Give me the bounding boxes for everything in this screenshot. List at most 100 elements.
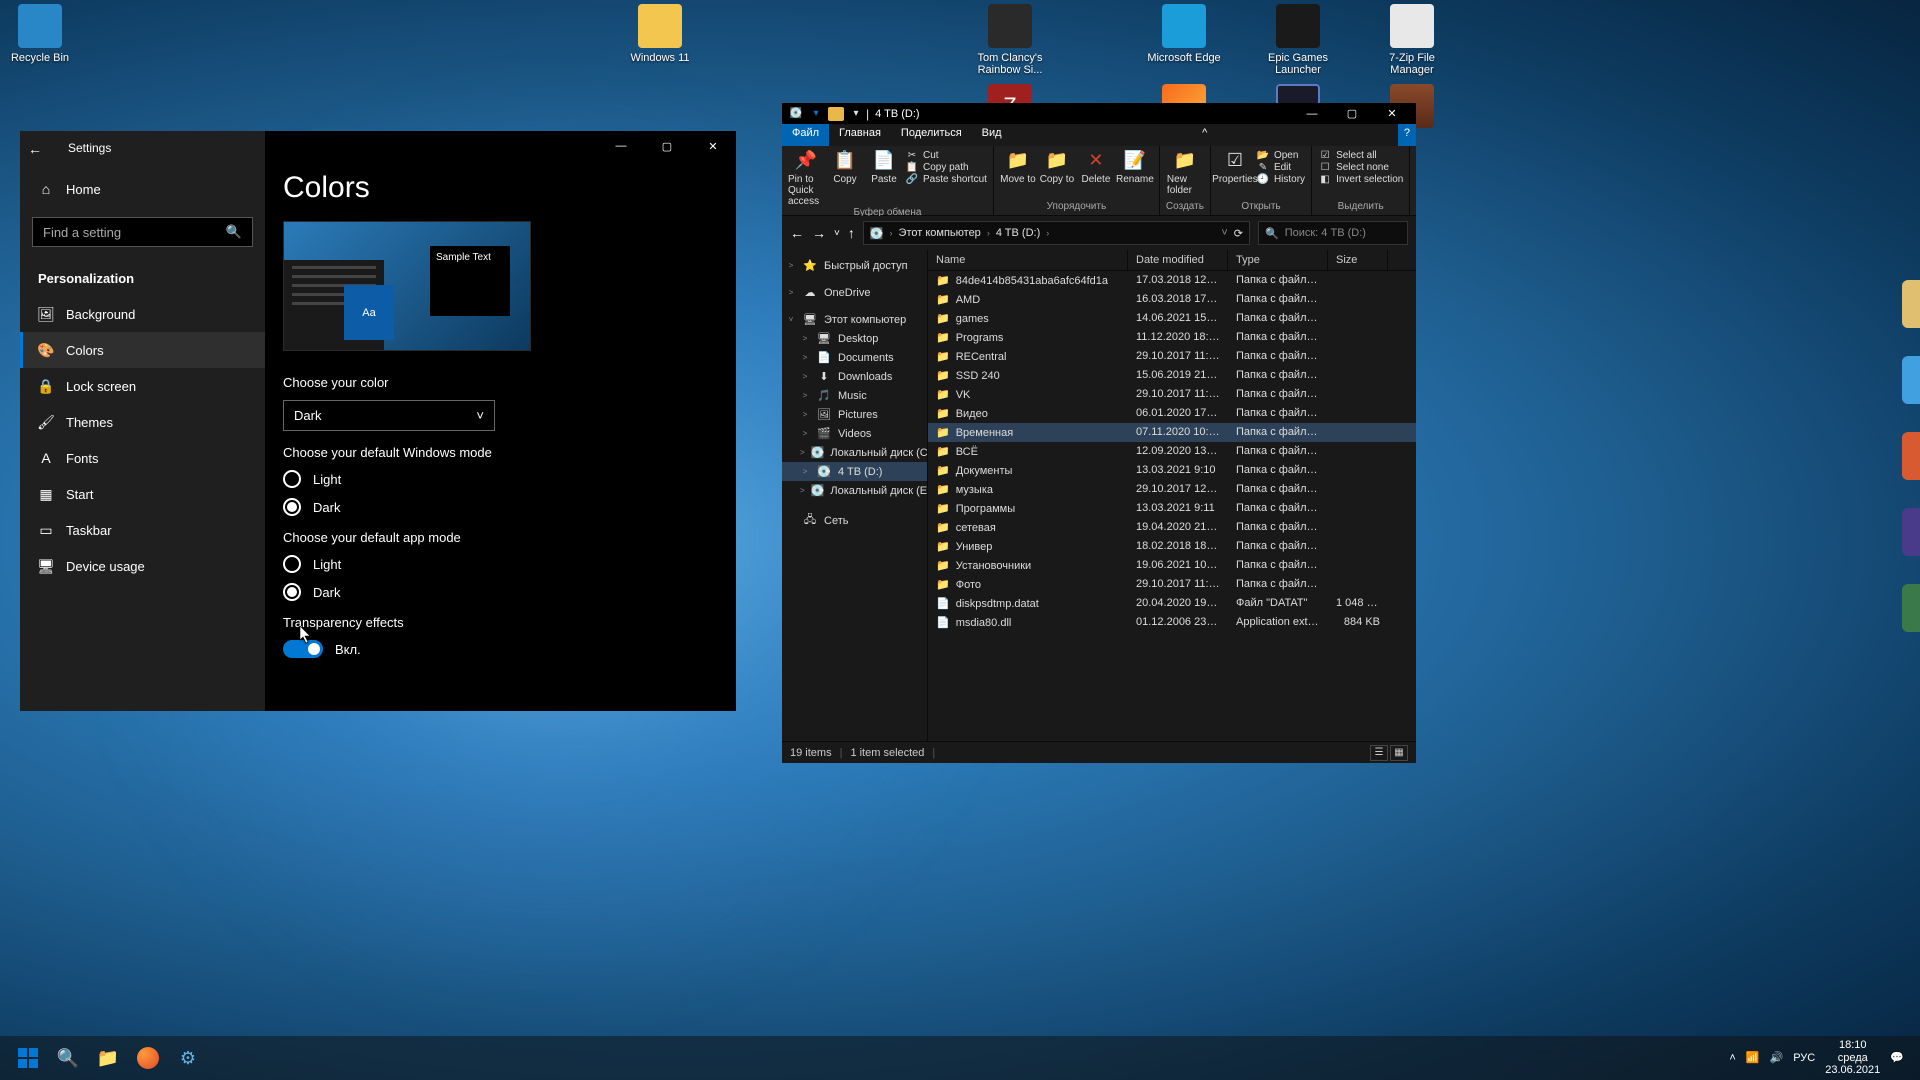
explorer-taskbar-icon[interactable]: 📁	[88, 1038, 128, 1078]
file-row[interactable]: 📄msdia80.dll01.12.2006 23:37Application …	[928, 613, 1416, 632]
file-row[interactable]: 📁RECentral29.10.2017 11:09Папка с файлам…	[928, 347, 1416, 366]
file-row[interactable]: 📁84de414b85431aba6afc64fd1a17.03.2018 12…	[928, 271, 1416, 290]
sidebar-item-colors[interactable]: 🎨Colors	[20, 332, 265, 368]
volume-icon[interactable]: 🔊	[1770, 1051, 1784, 1064]
delete-button[interactable]: ✕Delete	[1078, 148, 1114, 185]
nav-tree-item[interactable]: >🖥Desktop	[782, 329, 927, 348]
edit-button[interactable]: ✎Edit	[1256, 162, 1305, 173]
navigation-pane[interactable]: >⭐Быстрый доступ >☁OneDrive ˅🖥Этот компьют…	[782, 250, 928, 741]
nav-tree-item[interactable]: >🖼Pictures	[782, 405, 927, 424]
ribbon-tab[interactable]: Вид	[972, 124, 1012, 146]
file-row[interactable]: 📁Фото29.10.2017 11:24Папка с файлами	[928, 575, 1416, 594]
cut-button[interactable]: ✂Cut	[905, 150, 987, 161]
firefox-taskbar-icon[interactable]	[128, 1038, 168, 1078]
radio-app-light[interactable]: Light	[283, 555, 718, 573]
sidebar-home[interactable]: ⌂Home	[20, 171, 265, 207]
desktop-icon[interactable]: Epic Games Launcher	[1258, 4, 1338, 76]
file-row[interactable]: 📁ВСЁ12.09.2020 13:17Папка с файлами	[928, 442, 1416, 461]
transparency-toggle[interactable]: Вкл.	[283, 640, 718, 658]
desktop-icon[interactable]: Microsoft Edge	[1144, 4, 1224, 64]
language-indicator[interactable]: РУС	[1793, 1052, 1815, 1064]
tray-expand-icon[interactable]: ˄	[1729, 1052, 1735, 1064]
sidebar-item-lock-screen[interactable]: 🔒Lock screen	[20, 368, 265, 404]
search-icon[interactable]: 🔍	[48, 1038, 88, 1078]
sidebar-item-background[interactable]: 🖼Background	[20, 296, 265, 332]
nav-tree-item[interactable]: >🎵Music	[782, 386, 927, 405]
pin-button[interactable]: 📌Pin to Quick access	[788, 148, 824, 207]
network-icon[interactable]: 📶	[1746, 1051, 1760, 1064]
nav-tree-item[interactable]: >💽Локальный диск (C:)	[782, 443, 927, 462]
column-headers[interactable]: Name Date modified Type Size	[928, 250, 1416, 271]
file-row[interactable]: 📁SSD 24015.06.2019 21:37Папка с файлами	[928, 366, 1416, 385]
minimize-button[interactable]: —	[598, 131, 644, 161]
nav-tree-item[interactable]: >📄Documents	[782, 348, 927, 367]
file-row[interactable]: 📁games14.06.2021 15:06Папка с файлами	[928, 309, 1416, 328]
refresh-icon[interactable]: ⟳	[1234, 227, 1243, 240]
file-row[interactable]: 📁Видео06.01.2020 17:32Папка с файлами	[928, 404, 1416, 423]
nav-up-button[interactable]: ↑	[848, 225, 855, 241]
ribbon-collapse-icon[interactable]: ^	[1196, 124, 1213, 146]
history-button[interactable]: 🕘History	[1256, 174, 1305, 185]
breadcrumb[interactable]: 💽› Этот компьютер› 4 TB (D:)› ˅ ⟳	[863, 221, 1250, 245]
radio-app-dark[interactable]: Dark	[283, 583, 718, 601]
start-button[interactable]	[8, 1038, 48, 1078]
file-row[interactable]: 📁Программы13.03.2021 9:11Папка с файлами	[928, 499, 1416, 518]
down-arrow-icon[interactable]: ▾	[808, 107, 824, 121]
radio-windows-light[interactable]: Light	[283, 470, 718, 488]
nav-tree-item[interactable]: >⬇Downloads	[782, 367, 927, 386]
settings-taskbar-icon[interactable]: ⚙	[168, 1038, 208, 1078]
sidebar-item-start[interactable]: ▦Start	[20, 476, 265, 512]
maximize-button[interactable]: ▢	[1332, 103, 1372, 124]
ribbon-tab[interactable]: Поделиться	[891, 124, 972, 146]
details-view-icon[interactable]: ☰	[1370, 745, 1388, 761]
help-icon[interactable]: ?	[1398, 124, 1416, 146]
nav-forward-button[interactable]: →	[812, 225, 826, 241]
close-button[interactable]: ✕	[1372, 103, 1412, 124]
notifications-icon[interactable]: 💬	[1890, 1051, 1904, 1064]
thumbnails-view-icon[interactable]: ▦	[1390, 745, 1408, 761]
move-to-button[interactable]: 📁Move to	[1000, 148, 1036, 185]
radio-windows-dark[interactable]: Dark	[283, 498, 718, 516]
color-dropdown[interactable]: Dark˅	[283, 400, 495, 431]
copy-path-button[interactable]: 📋Copy path	[905, 162, 987, 173]
settings-titlebar[interactable]: ← Settings — ▢ ✕	[20, 131, 736, 161]
explorer-titlebar[interactable]: 💽 ▾ ▾ | 4 TB (D:) — ▢ ✕	[782, 103, 1416, 124]
sidebar-item-fonts[interactable]: AFonts	[20, 440, 265, 476]
invert-selection-button[interactable]: ◧Invert selection	[1318, 174, 1403, 185]
sidebar-item-taskbar[interactable]: ▭Taskbar	[20, 512, 265, 548]
maximize-button[interactable]: ▢	[644, 131, 690, 161]
paste-shortcut-button[interactable]: 🔗Paste shortcut	[905, 174, 987, 185]
properties-button[interactable]: ☑Properties	[1217, 148, 1253, 185]
nav-tree-item[interactable]: 🖧Сеть	[782, 508, 927, 533]
desktop-icon[interactable]: Recycle Bin	[0, 4, 80, 64]
file-row[interactable]: 📄diskpsdtmp.datat20.04.2020 19:42Файл "D…	[928, 594, 1416, 613]
nav-tree-item[interactable]: >💽4 TB (D:)	[782, 462, 927, 481]
select-all-button[interactable]: ☑Select all	[1318, 150, 1403, 161]
close-button[interactable]: ✕	[690, 131, 736, 161]
ribbon-tab[interactable]: Главная	[829, 124, 891, 146]
file-row[interactable]: 📁Установочники19.06.2021 10:28Папка с фа…	[928, 556, 1416, 575]
desktop-icon[interactable]: Windows 11	[620, 4, 700, 64]
file-row[interactable]: 📁музыка29.10.2017 12:16Папка с файлами	[928, 480, 1416, 499]
overflow-icon[interactable]: ▾	[848, 107, 864, 121]
nav-tree-item[interactable]: >🎬Videos	[782, 424, 927, 443]
copy-button[interactable]: 📋Copy	[827, 148, 863, 185]
taskbar[interactable]: 🔍 📁 ⚙ ˄ 📶 🔊 РУС 18:10 среда 23.06.2021 💬	[0, 1036, 1920, 1080]
paste-button[interactable]: 📄Paste	[866, 148, 902, 185]
file-row[interactable]: 📁Документы13.03.2021 9:10Папка с файлами	[928, 461, 1416, 480]
sidebar-item-themes[interactable]: 🖌Themes	[20, 404, 265, 440]
nav-tree-item[interactable]: >☁OneDrive	[782, 283, 927, 302]
copy-to-button[interactable]: 📁Copy to	[1039, 148, 1075, 185]
clock[interactable]: 18:10 среда 23.06.2021	[1825, 1039, 1880, 1077]
desktop-icon[interactable]: 7-Zip File Manager	[1372, 4, 1452, 76]
select-none-button[interactable]: ☐Select none	[1318, 162, 1403, 173]
file-row[interactable]: 📁Programs11.12.2020 18:49Папка с файлами	[928, 328, 1416, 347]
ribbon-tab[interactable]: Файл	[782, 124, 829, 146]
file-row[interactable]: 📁VK29.10.2017 11:25Папка с файлами	[928, 385, 1416, 404]
nav-tree-item[interactable]: >⭐Быстрый доступ	[782, 256, 927, 275]
rename-button[interactable]: 📝Rename	[1117, 148, 1153, 185]
file-row[interactable]: 📁Универ18.02.2018 18:15Папка с файлами	[928, 537, 1416, 556]
desktop-icon[interactable]: Tom Clancy's Rainbow Si...	[970, 4, 1050, 76]
nav-tree-item[interactable]: ˅🖥Этот компьютер	[782, 310, 927, 329]
search-input[interactable]: 🔍Поиск: 4 TB (D:)	[1258, 221, 1408, 245]
